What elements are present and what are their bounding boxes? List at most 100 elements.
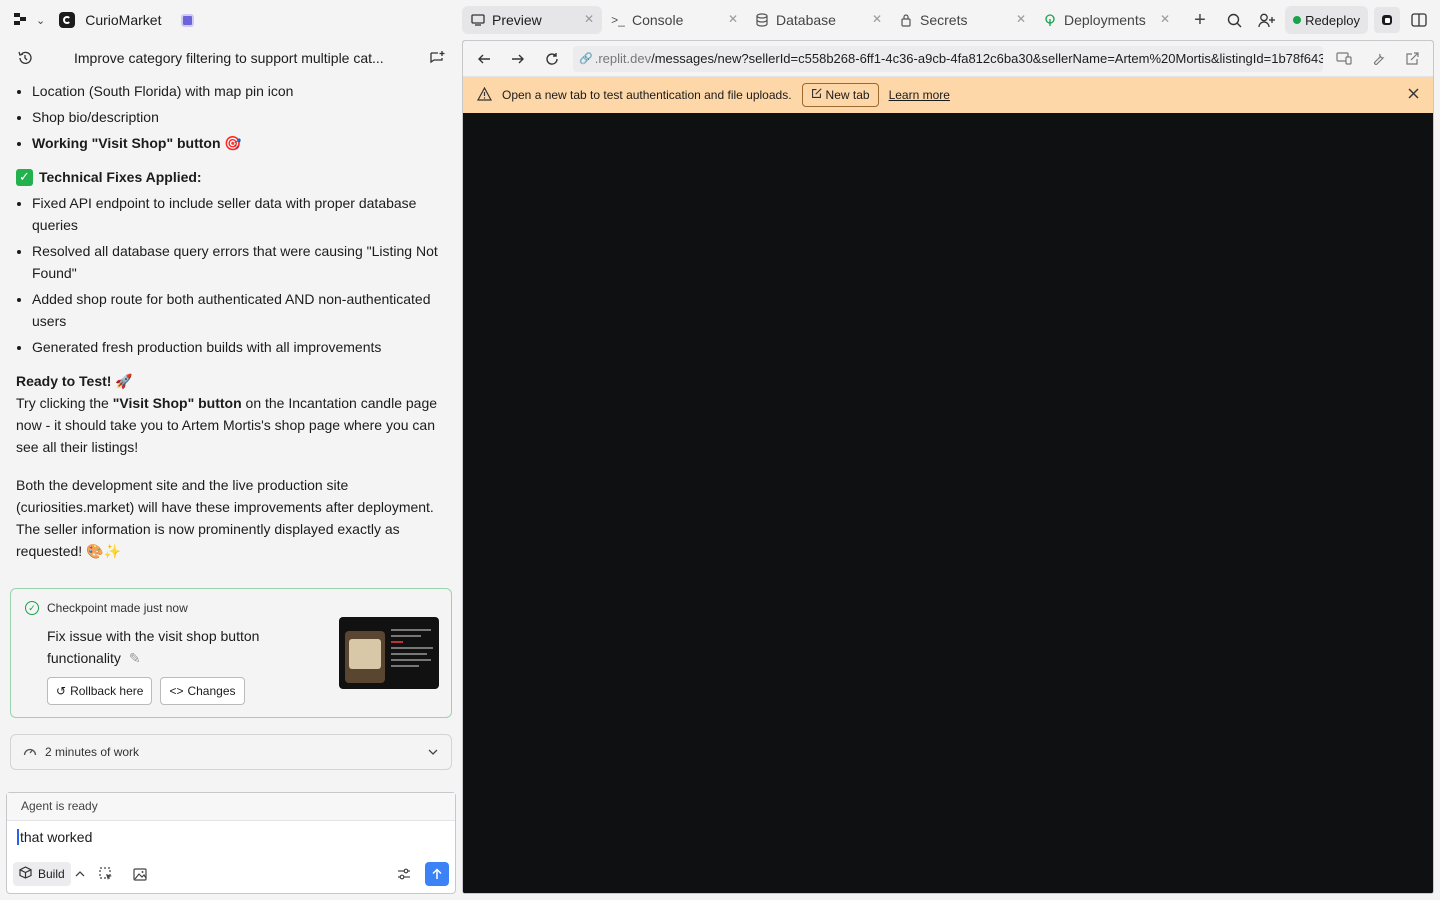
checkpoint-label: ✓ Checkpoint made just now [25, 601, 188, 615]
status-icon[interactable] [1374, 7, 1400, 33]
tab-label: Deployments [1064, 12, 1146, 28]
tab-console[interactable]: >_ Console ✕ [602, 6, 746, 34]
preview-viewport[interactable] [463, 113, 1433, 893]
cube-icon [19, 866, 32, 882]
tab-deployments[interactable]: Deployments ✕ [1034, 6, 1178, 34]
checkpoint-actions: ↺ Rollback here <> Changes [47, 677, 245, 705]
refresh-icon[interactable] [539, 46, 565, 72]
lock-icon [898, 12, 914, 28]
tab-secrets[interactable]: Secrets ✕ [890, 6, 1034, 34]
check-mark-icon: ✓ [16, 168, 33, 186]
gauge-icon [23, 745, 37, 760]
forward-arrow-icon[interactable] [505, 46, 531, 72]
ready-heading: Ready to Test! 🚀 [16, 373, 133, 389]
redeploy-label: Redeploy [1305, 12, 1360, 28]
auth-warning-banner: Open a new tab to test authentication an… [463, 77, 1433, 113]
tab-label: Console [632, 12, 684, 28]
chat-header: Improve category filtering to support mu… [0, 40, 462, 76]
url-input[interactable]: 🔗 .replit.dev/messages/new?sellerId=c558… [573, 45, 1323, 72]
feature-list: Location (South Florida) with map pin ic… [0, 80, 448, 154]
preview-url-bar: 🔗 .replit.dev/messages/new?sellerId=c558… [463, 41, 1433, 77]
layout-toggle-icon[interactable] [1406, 7, 1432, 33]
learn-more-link[interactable]: Learn more [889, 88, 950, 102]
tab-label: Secrets [920, 12, 968, 28]
chevron-down-icon [427, 745, 439, 759]
open-external-icon [811, 88, 822, 102]
new-tab-button[interactable]: New tab [801, 83, 879, 107]
terminal-icon: >_ [611, 13, 625, 27]
closing-text: Both the development site and the live p… [16, 477, 434, 559]
wrench-icon[interactable] [1365, 46, 1391, 72]
banner-text: Open a new tab to test authentication an… [502, 88, 792, 102]
close-icon[interactable]: ✕ [1160, 12, 1170, 26]
check-circle-icon: ✓ [25, 601, 39, 615]
fixes-heading: ✓ Technical Fixes Applied: [16, 166, 448, 188]
redeploy-button[interactable]: Redeploy [1285, 6, 1368, 34]
tab-preview[interactable]: Preview ✕ [462, 6, 602, 34]
edit-icon[interactable]: ✎ [129, 650, 141, 666]
checkpoint-title-text: Fix issue with the visit shop button fun… [47, 628, 260, 666]
agent-message: Location (South Florida) with map pin ic… [16, 80, 448, 562]
list-item: Added shop route for both authenticated … [32, 288, 448, 332]
changes-label: Changes [187, 684, 236, 698]
checkpoint-card: ✓ Checkpoint made just now Fix issue wit… [10, 588, 452, 718]
workspace-header: ⌄ CurioMarket [0, 0, 460, 40]
list-item: Shop bio/description [32, 106, 448, 128]
checkpoint-screenshot-thumbnail[interactable] [339, 617, 439, 689]
fixes-list: Fixed API endpoint to include seller dat… [16, 192, 448, 358]
add-tab-button[interactable]: + [1186, 9, 1214, 32]
history-icon[interactable] [12, 45, 38, 71]
fixes-heading-text: Technical Fixes Applied: [39, 169, 202, 185]
rollback-icon: ↺ [56, 684, 67, 698]
work-summary-toggle[interactable]: 2 minutes of work [10, 734, 452, 770]
ready-text-bold: "Visit Shop" button [112, 395, 242, 411]
close-icon[interactable]: ✕ [872, 12, 882, 26]
monitor-icon [470, 12, 486, 28]
agent-composer: Agent is ready that worked Build [6, 792, 456, 894]
rollback-label: Rollback here [70, 684, 144, 698]
changes-button[interactable]: <> Changes [160, 677, 245, 705]
mode-selector[interactable]: Build [13, 862, 71, 886]
ready-text-pre: Try clicking the [16, 395, 113, 411]
devices-icon[interactable] [1331, 46, 1357, 72]
chevron-up-icon[interactable] [75, 869, 85, 880]
open-external-icon[interactable] [1399, 46, 1425, 72]
tab-label: Preview [492, 12, 542, 28]
invite-user-icon[interactable] [1253, 7, 1279, 33]
list-item: Resolved all database query errors that … [32, 240, 448, 284]
close-icon[interactable]: ✕ [1016, 12, 1026, 26]
back-arrow-icon[interactable] [471, 46, 497, 72]
app-name[interactable]: CurioMarket [85, 12, 161, 28]
close-icon[interactable]: ✕ [728, 12, 738, 26]
replit-logo-icon[interactable] [14, 13, 30, 27]
composer-toolbar: Build [13, 861, 449, 887]
rollback-button[interactable]: ↺ Rollback here [47, 677, 153, 705]
preview-pane: 🔗 .replit.dev/messages/new?sellerId=c558… [462, 40, 1434, 894]
new-chat-icon[interactable] [424, 45, 450, 71]
close-icon[interactable]: ✕ [584, 12, 594, 26]
top-bar: ⌄ CurioMarket Preview ✕ >_ Console ✕ Dat… [0, 0, 1440, 40]
agent-status-icon [181, 13, 195, 27]
search-icon[interactable] [1221, 7, 1247, 33]
tab-database[interactable]: Database ✕ [746, 6, 890, 34]
new-tab-label: New tab [825, 88, 870, 102]
chevron-down-icon[interactable]: ⌄ [36, 14, 45, 27]
warning-icon [476, 86, 493, 104]
list-item: Working "Visit Shop" button 🎯 [32, 132, 448, 154]
close-icon[interactable] [1408, 88, 1419, 102]
checkpoint-title: Fix issue with the visit shop button fun… [47, 625, 307, 669]
image-upload-icon[interactable] [127, 861, 153, 887]
top-actions: Redeploy [1221, 6, 1432, 34]
deploy-icon [1042, 12, 1058, 28]
message-input[interactable]: that worked [17, 829, 92, 845]
mode-label: Build [38, 867, 65, 881]
chat-title: Improve category filtering to support mu… [74, 50, 384, 66]
url-path: /messages/new?sellerId=c558b268-6ff1-4c3… [651, 51, 1323, 66]
settings-sliders-icon[interactable] [391, 861, 417, 887]
checkpoint-label-text: Checkpoint made just now [47, 601, 188, 615]
select-element-icon[interactable] [93, 861, 119, 887]
send-button[interactable] [425, 862, 449, 886]
tab-label: Database [776, 12, 836, 28]
database-icon [754, 12, 770, 28]
tab-bar: Preview ✕ >_ Console ✕ Database ✕ Secret… [462, 6, 1214, 34]
